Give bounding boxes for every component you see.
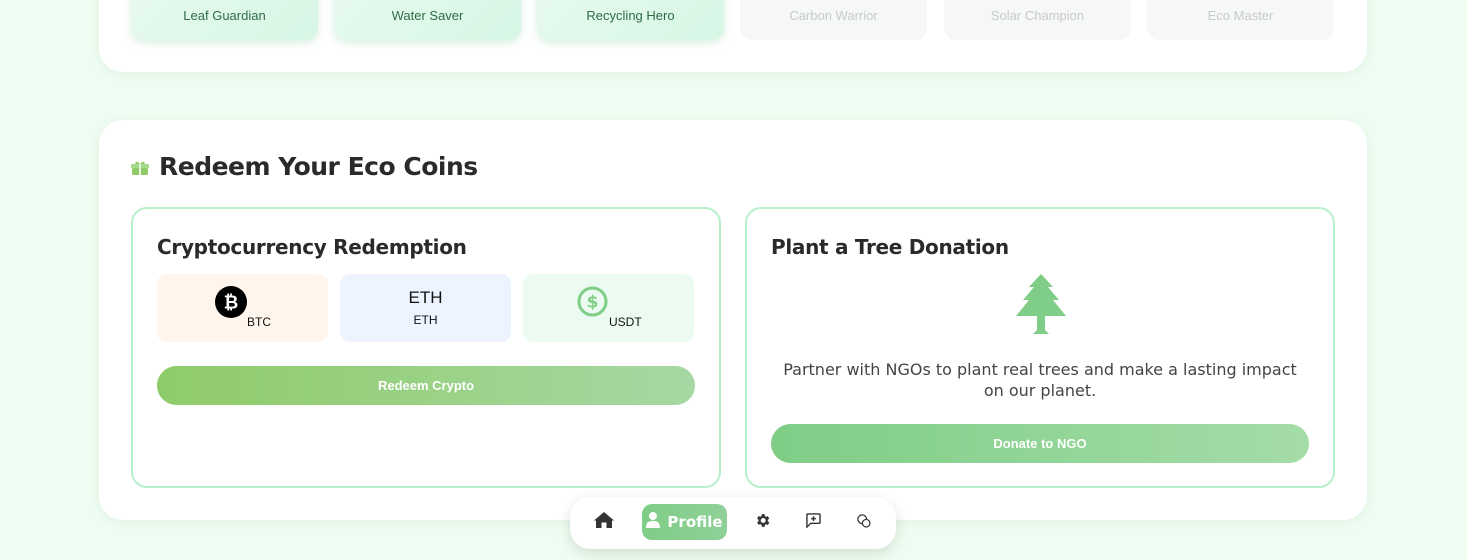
panel-title: Cryptocurrency Redemption bbox=[157, 235, 467, 259]
badge-label: Solar Champion bbox=[990, 8, 1085, 23]
badge-label: Carbon Warrior bbox=[789, 8, 878, 23]
coin-symbol: BTC bbox=[247, 315, 271, 329]
redeem-section: Redeem Your Eco Coins Cryptocurrency Red… bbox=[99, 120, 1367, 520]
tree-donation-panel: Plant a Tree Donation Partner with NGOs … bbox=[745, 207, 1335, 488]
badge-label: Eco Master bbox=[1207, 8, 1274, 23]
badge-label: Water Saver bbox=[391, 8, 464, 23]
redeem-crypto-button[interactable]: Redeem Crypto bbox=[157, 366, 695, 405]
badge-leaf-guardian[interactable]: Leaf Guardian bbox=[131, 0, 318, 40]
user-icon bbox=[646, 512, 661, 532]
coin-option-eth[interactable]: ETH ETH bbox=[340, 274, 511, 342]
badge-solar-champion[interactable]: Solar Champion bbox=[944, 0, 1131, 40]
svg-text:$: $ bbox=[587, 293, 599, 313]
crypto-redemption-panel: Cryptocurrency Redemption ₿ BTC ETH ETH bbox=[131, 207, 721, 488]
panel-title: Plant a Tree Donation bbox=[771, 235, 1009, 259]
page: Leaf Guardian Water Saver Recycling Hero… bbox=[0, 0, 1467, 560]
home-icon bbox=[593, 511, 615, 533]
tree-description: Partner with NGOs to plant real trees an… bbox=[783, 360, 1297, 400]
badge-recycling-hero[interactable]: Recycling Hero bbox=[537, 0, 724, 40]
dollar-circle-icon: $ bbox=[577, 286, 608, 322]
badge-carbon-warrior[interactable]: Carbon Warrior bbox=[740, 0, 927, 40]
nav-home[interactable] bbox=[590, 504, 618, 540]
badge-label: Recycling Hero bbox=[586, 8, 675, 23]
section-header: Redeem Your Eco Coins bbox=[131, 152, 478, 181]
badge-eco-master[interactable]: Eco Master bbox=[1147, 0, 1334, 40]
message-plus-icon bbox=[805, 512, 821, 532]
nav-profile-label: Profile bbox=[667, 513, 723, 531]
badge-label: Leaf Guardian bbox=[183, 8, 266, 23]
svg-text:₿: ₿ bbox=[224, 293, 239, 314]
coin-symbol: ETH bbox=[413, 313, 438, 327]
gift-icon bbox=[131, 160, 149, 175]
coins-icon bbox=[857, 513, 871, 532]
section-title: Redeem Your Eco Coins bbox=[159, 152, 478, 181]
badge-water-saver[interactable]: Water Saver bbox=[334, 0, 521, 40]
badges-card: Leaf Guardian Water Saver Recycling Hero… bbox=[99, 0, 1367, 72]
donate-ngo-button[interactable]: Donate to NGO bbox=[771, 424, 1309, 463]
nav-profile[interactable]: Profile bbox=[642, 504, 727, 540]
bottom-nav: Profile bbox=[570, 497, 896, 549]
eth-icon: ETH bbox=[408, 288, 443, 307]
coin-option-usdt[interactable]: $ USDT bbox=[523, 274, 694, 342]
tree-icon bbox=[1016, 274, 1066, 342]
nav-feedback[interactable] bbox=[802, 504, 824, 540]
coin-symbol: USDT bbox=[609, 315, 642, 329]
coin-option-btc[interactable]: ₿ BTC bbox=[157, 274, 328, 342]
gear-icon bbox=[754, 512, 771, 533]
nav-coins[interactable] bbox=[853, 504, 875, 540]
nav-settings[interactable] bbox=[751, 504, 773, 540]
bitcoin-icon: ₿ bbox=[215, 286, 247, 323]
